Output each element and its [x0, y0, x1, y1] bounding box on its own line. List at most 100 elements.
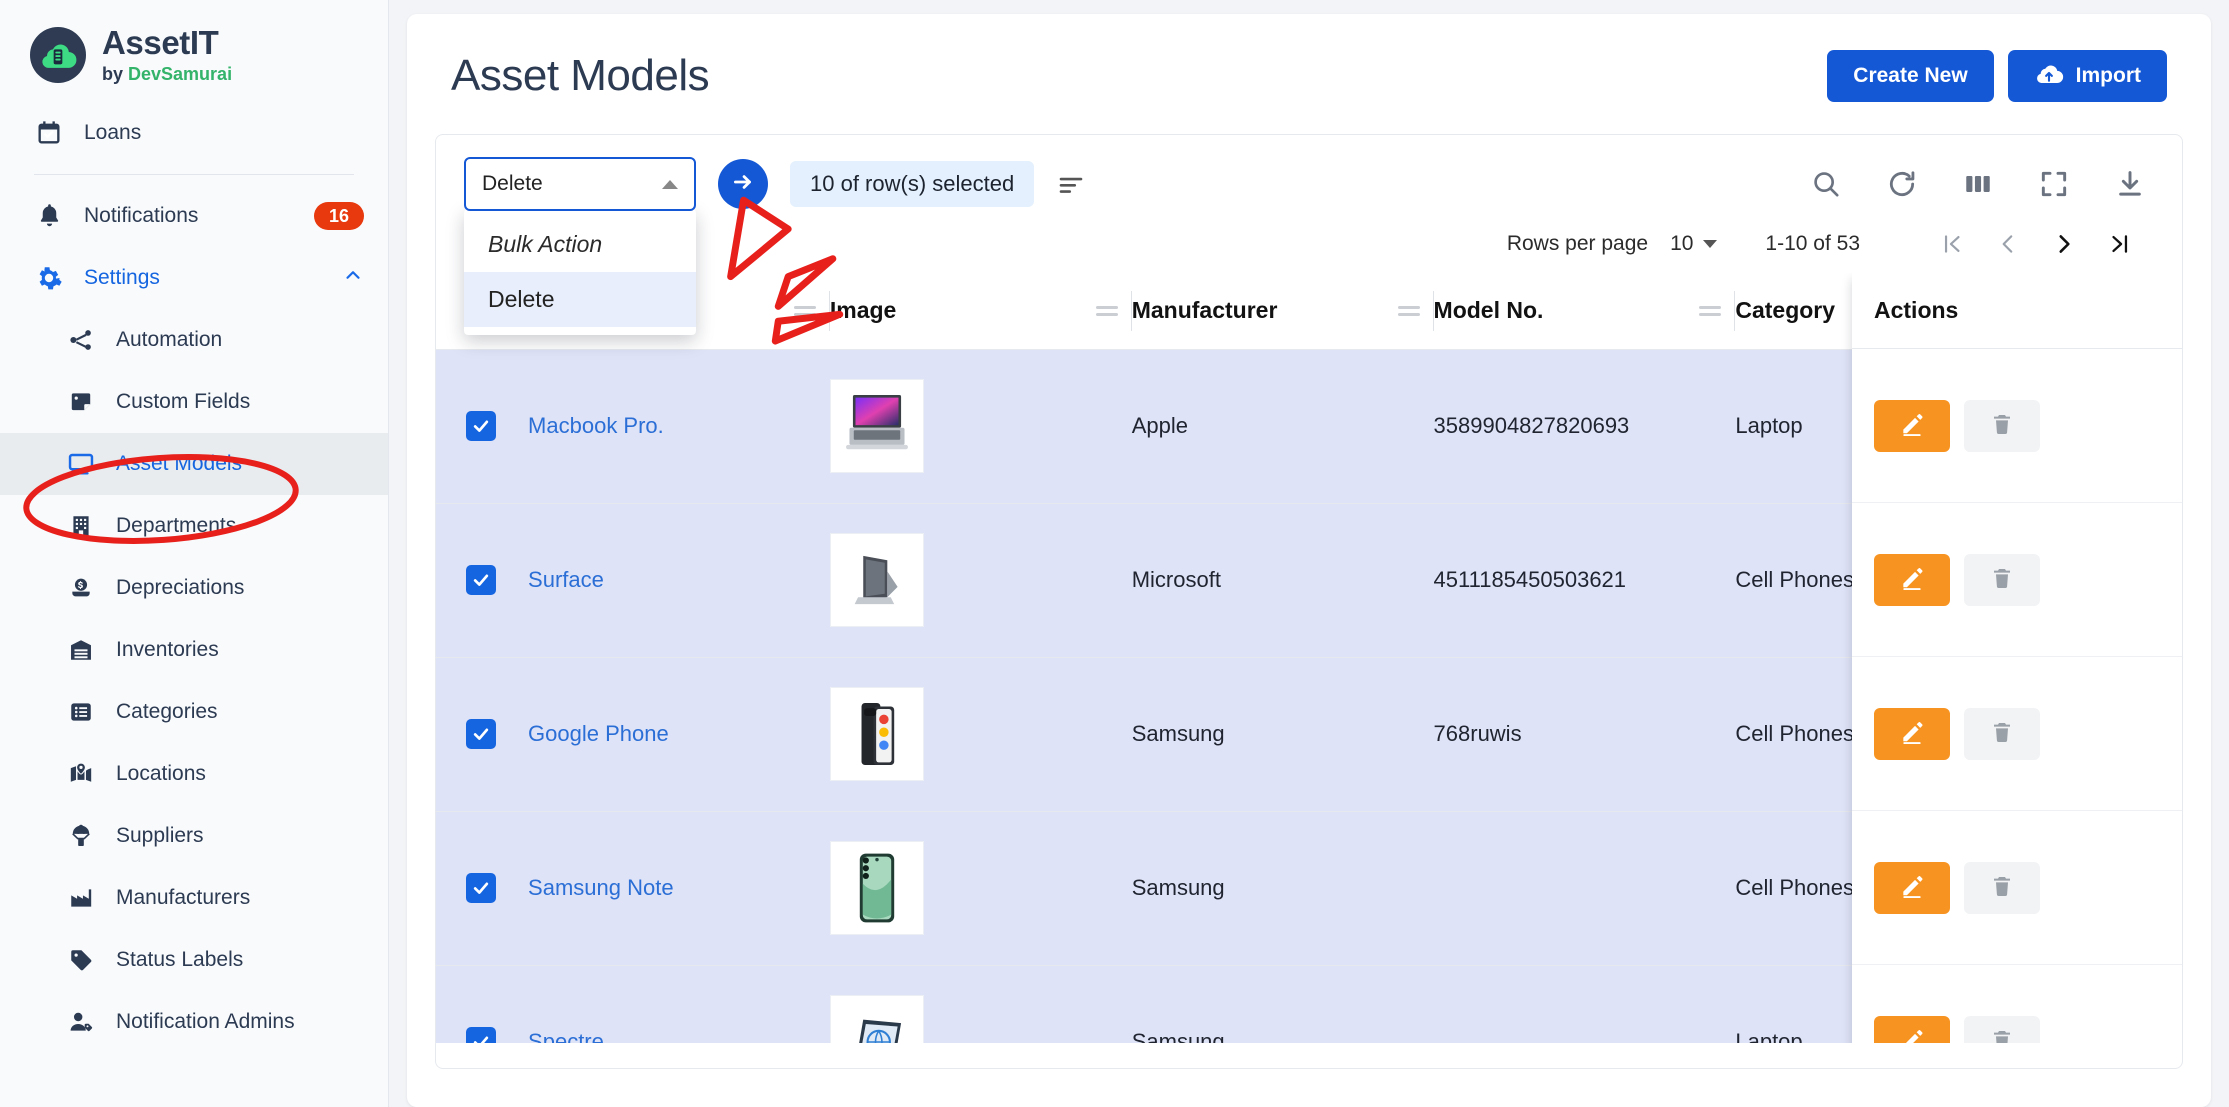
pencil-icon: [1899, 1027, 1925, 1043]
column-resize-handle[interactable]: [793, 305, 816, 316]
table-card: Delete Bulk Action Delete 10 of row(s) s…: [435, 134, 2183, 1069]
chevron-right-icon[interactable]: [2036, 231, 2092, 257]
row-actions: [1852, 657, 2182, 811]
header-image-label: Image: [829, 297, 897, 324]
edit-button[interactable]: [1874, 1015, 1950, 1043]
edit-button[interactable]: [1874, 399, 1950, 452]
actions-column-header: Actions: [1852, 273, 2182, 349]
sidebar-item-label: Manufacturers: [116, 885, 251, 909]
download-icon[interactable]: [2114, 168, 2146, 200]
monitor-icon: [66, 449, 96, 479]
bulk-action-dropdown: Bulk Action Delete: [464, 209, 696, 335]
trash-icon: [1990, 412, 2014, 439]
sidebar-item-categories[interactable]: Categories: [0, 681, 388, 743]
asset-model-link[interactable]: Samsung Note: [528, 875, 674, 900]
edit-button[interactable]: [1874, 707, 1950, 760]
column-resize-handle[interactable]: [1095, 305, 1118, 316]
row-checkbox-cell: [436, 349, 529, 504]
create-new-button[interactable]: Create New: [1827, 50, 1994, 102]
toolbar-right-icons: [1810, 168, 2154, 200]
row-checkbox-cell: [436, 503, 529, 658]
header-manufacturer[interactable]: Manufacturer: [1131, 273, 1434, 350]
sidebar-item-asset-models[interactable]: Asset Models: [0, 432, 388, 495]
header-image[interactable]: Image: [829, 273, 1132, 350]
page-title: Asset Models: [451, 51, 710, 100]
notifications-badge: 16: [313, 201, 364, 230]
row-actions: [1852, 503, 2182, 657]
edit-button[interactable]: [1874, 553, 1950, 606]
import-button[interactable]: Import: [2007, 50, 2167, 102]
asset-model-link[interactable]: Spectre: [528, 1029, 604, 1043]
cell-image: [829, 657, 1132, 812]
sidebar-item-custom-fields[interactable]: Custom Fields: [0, 371, 388, 433]
sidebar-item-label: Locations: [116, 761, 206, 785]
chevron-up-icon[interactable]: [342, 264, 364, 292]
filter-lines-icon[interactable]: [1056, 169, 1086, 199]
search-icon[interactable]: [1810, 168, 1842, 200]
page-last-icon[interactable]: [2092, 231, 2148, 257]
bulk-action-select[interactable]: Delete: [464, 157, 696, 211]
apply-bulk-action-button[interactable]: [718, 159, 768, 209]
row-checkbox[interactable]: [466, 411, 496, 441]
sidebar-item-depreciations[interactable]: Depreciations: [0, 557, 388, 619]
rows-per-page-select[interactable]: 10: [1670, 232, 1718, 256]
table-scroll-area[interactable]: Name Image: [436, 273, 2182, 1043]
sidebar-item-departments[interactable]: Departments: [0, 495, 388, 557]
row-actions: [1852, 965, 2182, 1043]
sidebar-item-notifications[interactable]: Notifications 16: [0, 185, 388, 247]
building-icon: [66, 511, 96, 541]
factory-icon: [66, 883, 96, 913]
page-first-icon[interactable]: [1924, 231, 1980, 257]
pagination: Rows per page 10 1-10 of 53: [436, 221, 2182, 273]
delete-button: [1964, 553, 2040, 606]
bell-icon: [34, 201, 64, 231]
delete-button: [1964, 861, 2040, 914]
edit-button[interactable]: [1874, 861, 1950, 914]
sidebar-item-label: Inventories: [116, 637, 219, 661]
columns-icon[interactable]: [1962, 168, 1994, 200]
header-model-no[interactable]: Model No.: [1433, 273, 1736, 350]
dropdown-option-delete[interactable]: Delete: [464, 272, 696, 327]
row-checkbox[interactable]: [466, 719, 496, 749]
rows-per-page-label: Rows per page: [1506, 232, 1649, 255]
sidebar-item-status-labels[interactable]: Status Labels: [0, 929, 388, 991]
actions-column: Actions: [1852, 273, 2182, 1043]
refresh-icon[interactable]: [1886, 168, 1918, 200]
sidebar-item-automation[interactable]: Automation: [0, 309, 388, 371]
sidebar-item-loans[interactable]: Loans: [0, 102, 388, 164]
dropdown-option-bulk-action[interactable]: Bulk Action: [464, 217, 696, 272]
trash-icon: [1990, 874, 2014, 901]
header-category-label: Category: [1735, 297, 1836, 324]
sidebar-item-locations[interactable]: Locations: [0, 743, 388, 805]
spectre-laptop-thumbnail: [829, 995, 924, 1043]
row-checkbox[interactable]: [466, 1027, 496, 1043]
fullscreen-icon[interactable]: [2038, 168, 2070, 200]
user-tag-icon: [66, 1007, 96, 1037]
row-checkbox[interactable]: [466, 565, 496, 595]
delete-button: [1964, 707, 2040, 760]
cell-name: Samsung Note: [528, 811, 830, 966]
sidebar-item-notification-admins[interactable]: Notification Admins: [0, 991, 388, 1053]
warehouse-icon: [66, 635, 96, 665]
map-pin-icon: [66, 759, 96, 789]
row-checkbox[interactable]: [466, 873, 496, 903]
column-resize-handle[interactable]: [1699, 305, 1722, 316]
macbook-thumbnail: [829, 379, 924, 473]
brand-by-prefix: by: [102, 63, 129, 84]
asset-model-link[interactable]: Google Phone: [528, 721, 669, 746]
asset-model-link[interactable]: Macbook Pro.: [528, 413, 664, 438]
asset-model-link[interactable]: Surface: [528, 567, 604, 592]
sidebar-item-settings[interactable]: Settings: [0, 247, 388, 309]
sidebar-item-manufacturers[interactable]: Manufacturers: [0, 867, 388, 929]
column-resize-handle[interactable]: [1397, 305, 1420, 316]
sidebar-item-suppliers[interactable]: Suppliers: [0, 805, 388, 867]
calendar-check-icon: [34, 118, 64, 148]
page-header: Asset Models Create New Import: [407, 14, 2211, 112]
chevron-left-icon[interactable]: [1980, 231, 2036, 257]
brand-title: AssetIT: [102, 24, 219, 61]
cell-model-no: [1433, 965, 1736, 1043]
cell-image: [829, 349, 1132, 504]
sidebar-item-inventories[interactable]: Inventories: [0, 619, 388, 681]
cell-model-no: 3589904827820693: [1433, 349, 1736, 504]
page-card: Asset Models Create New Import Delete Bu…: [407, 14, 2211, 1107]
